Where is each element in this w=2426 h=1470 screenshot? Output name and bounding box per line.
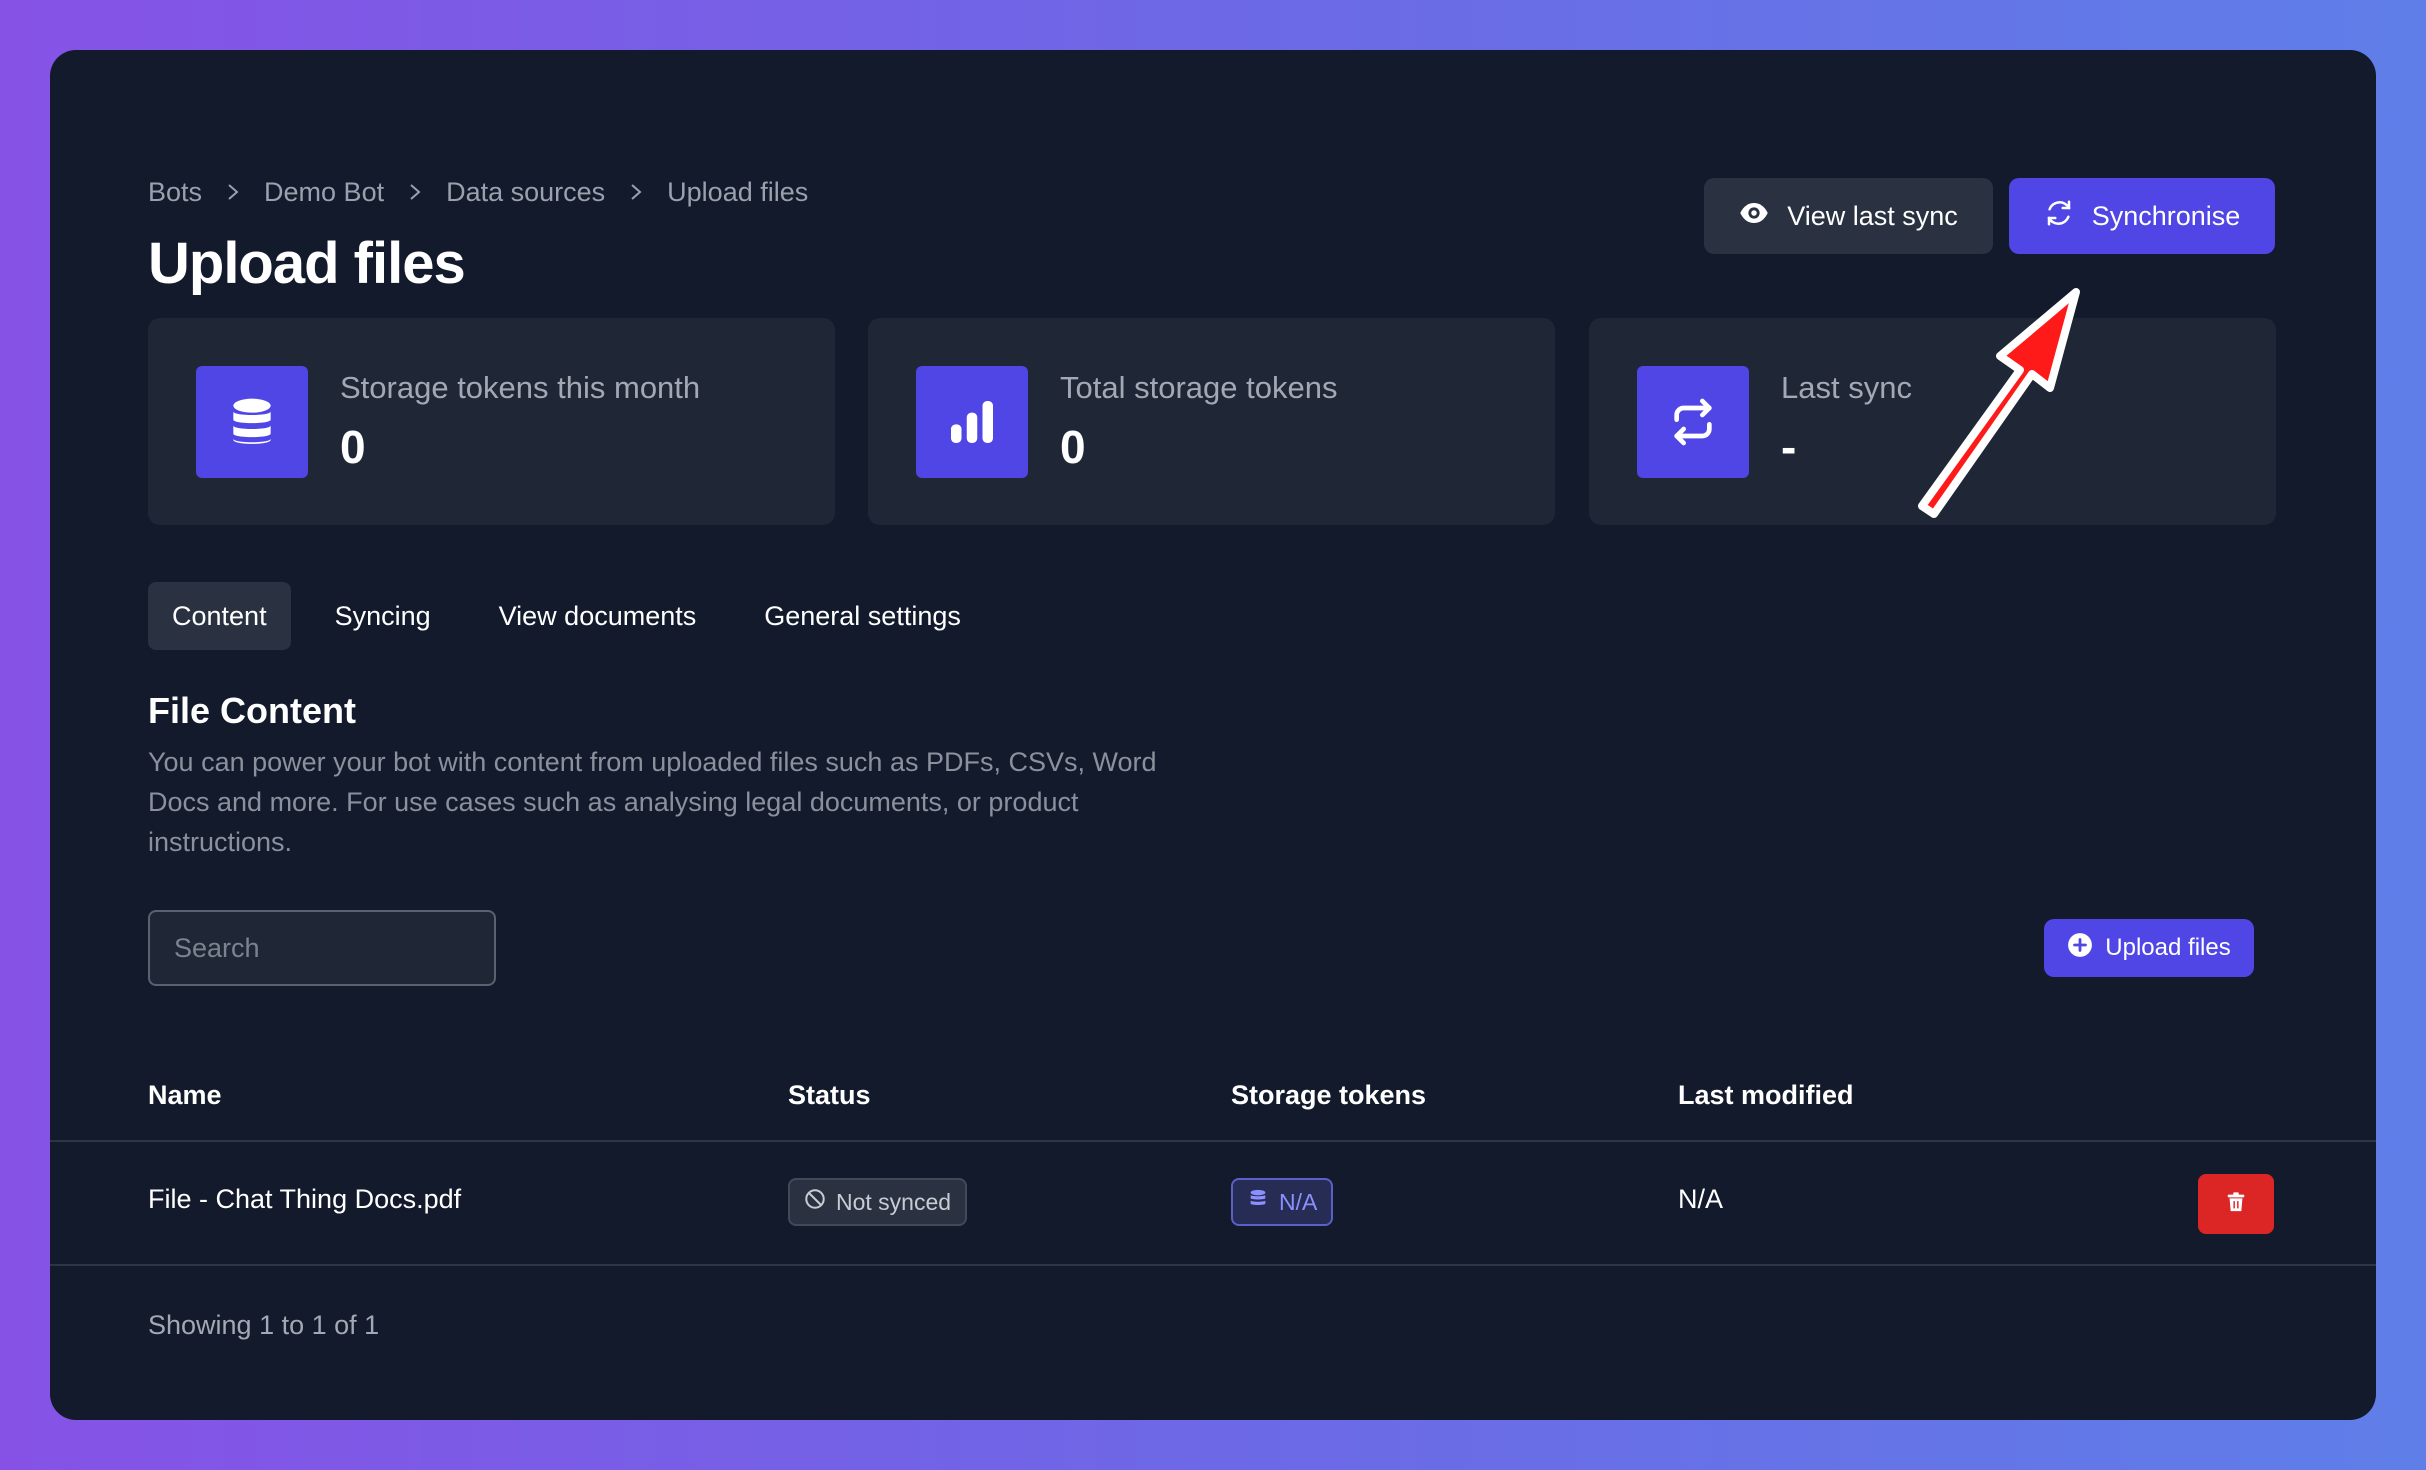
search-input[interactable]	[148, 910, 496, 986]
stat-label: Storage tokens this month	[340, 370, 701, 405]
app-window: Bots Demo Bot Data sources Upload files …	[50, 50, 2376, 1420]
breadcrumb-bots[interactable]: Bots	[148, 177, 202, 208]
table-row: File - Chat Thing Docs.pdf Not synced N/…	[50, 1142, 2376, 1266]
stat-value: 0	[340, 421, 366, 473]
column-header-name[interactable]: Name	[148, 1080, 222, 1111]
bar-chart-icon	[916, 366, 1028, 478]
stat-label: Last sync	[1781, 370, 1912, 405]
stat-value: 0	[1060, 421, 1086, 473]
stat-card-last-sync: Last sync -	[1589, 318, 2276, 525]
stat-label: Total storage tokens	[1060, 370, 1338, 405]
stat-card-total-storage: Total storage tokens 0	[868, 318, 1555, 525]
tab-bar: Content Syncing View documents General s…	[148, 582, 985, 650]
column-header-status[interactable]: Status	[788, 1080, 871, 1111]
section-title: File Content	[148, 690, 356, 731]
upload-files-label: Upload files	[2105, 934, 2231, 961]
view-last-sync-label: View last sync	[1787, 200, 1958, 231]
eye-icon	[1739, 198, 1769, 235]
trash-icon	[2225, 1191, 2247, 1218]
breadcrumb-upload-files[interactable]: Upload files	[667, 177, 808, 208]
ban-icon	[804, 1188, 826, 1216]
column-header-storage-tokens[interactable]: Storage tokens	[1231, 1080, 1426, 1111]
refresh-icon	[2044, 198, 2074, 235]
stat-card-storage-month: Storage tokens this month 0	[148, 318, 835, 525]
database-icon	[1247, 1188, 1269, 1216]
chevron-right-icon	[202, 182, 264, 202]
view-last-sync-button[interactable]: View last sync	[1704, 178, 1993, 254]
status-badge: Not synced	[788, 1178, 968, 1226]
plus-circle-icon	[2067, 932, 2093, 965]
tab-content[interactable]: Content	[148, 582, 291, 650]
stat-value: -	[1781, 421, 1797, 473]
chevron-right-icon	[605, 182, 667, 202]
storage-tokens-text: N/A	[1279, 1188, 1318, 1215]
upload-files-button[interactable]: Upload files	[2044, 919, 2254, 977]
breadcrumb: Bots Demo Bot Data sources Upload files	[148, 172, 808, 212]
tab-view-documents[interactable]: View documents	[475, 582, 721, 650]
breadcrumb-data-sources[interactable]: Data sources	[446, 177, 605, 208]
storage-tokens-badge: N/A	[1231, 1178, 1334, 1226]
tab-syncing[interactable]: Syncing	[311, 582, 455, 650]
tab-general-settings[interactable]: General settings	[740, 582, 985, 650]
file-name: File - Chat Thing Docs.pdf	[148, 1184, 462, 1214]
chevron-right-icon	[384, 182, 446, 202]
status-text: Not synced	[836, 1188, 952, 1215]
column-header-last-modified[interactable]: Last modified	[1678, 1080, 1854, 1111]
pagination-summary: Showing 1 to 1 of 1	[148, 1310, 380, 1340]
sync-icon	[1637, 366, 1749, 478]
delete-button[interactable]	[2198, 1174, 2274, 1234]
last-modified: N/A	[1678, 1184, 1724, 1214]
database-icon	[196, 366, 308, 478]
synchronise-label: Synchronise	[2091, 200, 2241, 231]
breadcrumb-demo-bot[interactable]: Demo Bot	[264, 177, 384, 208]
page-title: Upload files	[148, 231, 466, 296]
section-description: You can power your bot with content from…	[148, 747, 1157, 857]
synchronise-button[interactable]: Synchronise	[2009, 178, 2275, 254]
table-header: Name Status Storage tokens Last modified	[50, 1062, 2376, 1142]
